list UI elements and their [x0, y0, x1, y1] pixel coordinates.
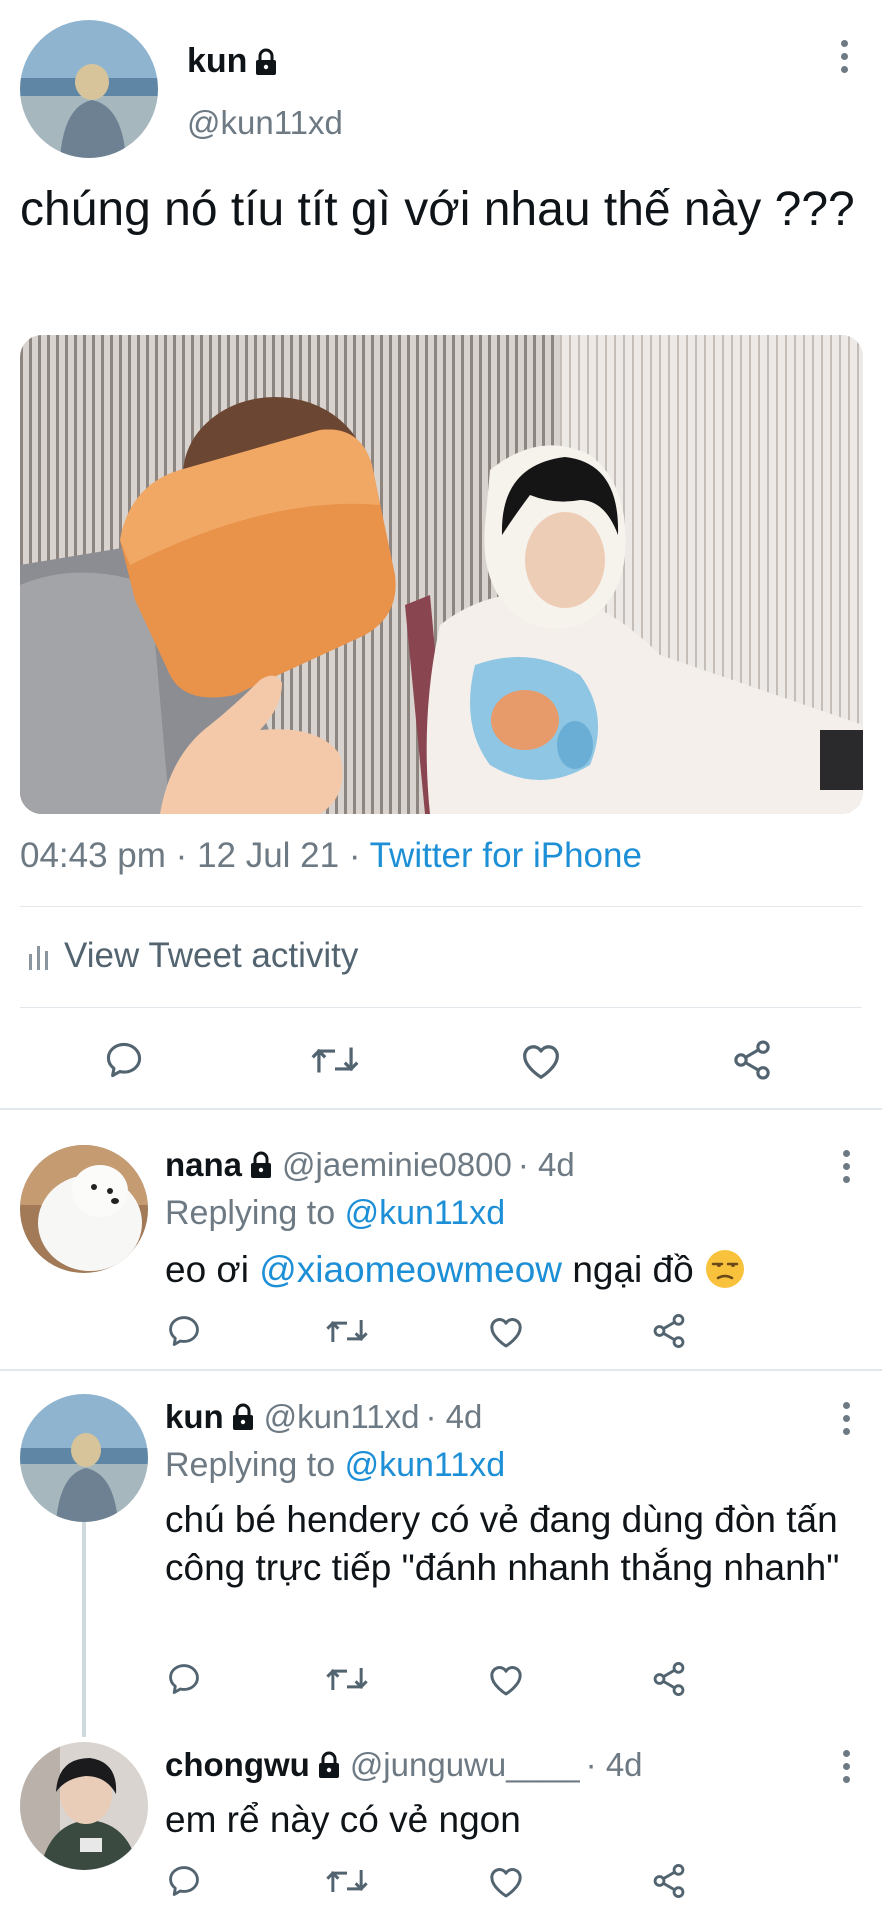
meta-separator: · — [348, 836, 361, 875]
reply-age: · 4d — [425, 1398, 483, 1435]
analytics-icon — [29, 946, 48, 970]
tweet-time: 04:43 pm — [20, 836, 166, 875]
share-icon[interactable] — [650, 1862, 688, 1900]
reply-tweet[interactable]: kun @kun11xd · 4d Replying to @kun11xd c… — [0, 1370, 882, 1730]
view-tweet-activity-button[interactable]: View Tweet activity — [28, 936, 358, 976]
lock-icon — [251, 1151, 272, 1178]
like-icon[interactable] — [486, 1312, 526, 1350]
tweet-media-image[interactable] — [20, 335, 863, 814]
reply-author-name[interactable]: kun — [165, 1398, 224, 1436]
reply-text: eo ơi @xiaomeowmeow ngại đồ — [165, 1246, 855, 1294]
reply-text: em rể này có vẻ ngon — [165, 1799, 521, 1840]
divider — [20, 906, 862, 907]
reply-author-handle[interactable]: @junguwu____ — [350, 1746, 580, 1784]
reply-tweet[interactable]: nana @jaeminie0800 · 4d Replying to @kun… — [0, 1110, 882, 1368]
share-icon[interactable] — [650, 1660, 688, 1698]
reply-icon[interactable] — [165, 1312, 203, 1350]
retweet-icon[interactable] — [325, 1312, 369, 1350]
replying-to: Replying to @kun11xd — [165, 1194, 506, 1232]
more-icon[interactable] — [826, 1746, 866, 1786]
reply-tweet[interactable]: chongwu @junguwu____ · 4d em rể này có v… — [0, 1730, 882, 1920]
mention-link[interactable]: @xiaomeowmeow — [259, 1249, 562, 1290]
reply-age: · 4d — [517, 1146, 575, 1183]
share-icon[interactable] — [650, 1312, 688, 1350]
avatar[interactable] — [20, 1742, 148, 1870]
tweet-meta: 04:43 pm · 12 Jul 21 · Twitter for iPhon… — [20, 836, 642, 876]
more-icon[interactable] — [824, 36, 864, 76]
reply-icon[interactable] — [165, 1660, 203, 1698]
author-name[interactable]: kun — [187, 42, 279, 81]
reply-header: chongwu @junguwu____ · 4d — [165, 1746, 643, 1784]
reply-icon[interactable] — [102, 1038, 146, 1082]
author-handle[interactable]: @kun11xd — [187, 104, 343, 142]
replying-to-handle[interactable]: @kun11xd — [345, 1194, 506, 1232]
replying-to-handle[interactable]: @kun11xd — [345, 1446, 506, 1484]
main-tweet-header: kun @kun11xd — [0, 0, 882, 170]
tweet-text: chúng nó tíu tít gì với nhau thế này ??? — [20, 183, 855, 236]
retweet-icon[interactable] — [310, 1038, 360, 1082]
meta-separator: · — [175, 836, 188, 875]
share-icon[interactable] — [730, 1038, 774, 1082]
activity-label: View Tweet activity — [64, 936, 359, 975]
retweet-icon[interactable] — [325, 1660, 369, 1698]
replying-to: Replying to @kun11xd — [165, 1446, 506, 1484]
reply-icon[interactable] — [165, 1862, 203, 1900]
tweet-date: 12 Jul 21 — [197, 836, 340, 875]
divider — [20, 1007, 862, 1008]
reply-author-handle[interactable]: @jaeminie0800 — [282, 1146, 512, 1184]
avatar[interactable] — [20, 1145, 148, 1273]
lock-icon — [232, 1403, 253, 1430]
author-avatar[interactable] — [20, 20, 158, 158]
lock-icon — [256, 48, 277, 75]
tweet-source-link[interactable]: Twitter for iPhone — [370, 836, 642, 875]
reply-header: nana @jaeminie0800 · 4d — [165, 1146, 575, 1184]
reply-author-name[interactable]: chongwu — [165, 1746, 310, 1784]
like-icon[interactable] — [518, 1038, 564, 1082]
more-icon[interactable] — [826, 1398, 866, 1438]
avatar[interactable] — [20, 1394, 148, 1522]
reply-header: kun @kun11xd · 4d — [165, 1398, 482, 1436]
retweet-icon[interactable] — [325, 1862, 369, 1900]
unamused-emoji — [706, 1250, 744, 1288]
reply-author-name[interactable]: nana — [165, 1146, 242, 1184]
lock-icon — [318, 1751, 339, 1778]
like-icon[interactable] — [486, 1660, 526, 1698]
reply-age: · 4d — [585, 1746, 643, 1783]
reply-author-handle[interactable]: @kun11xd — [264, 1398, 420, 1436]
more-icon[interactable] — [826, 1146, 866, 1186]
like-icon[interactable] — [486, 1862, 526, 1900]
main-action-bar — [0, 1020, 882, 1100]
reply-text: chú bé hendery có vẻ đang dùng đòn tấn c… — [165, 1499, 840, 1588]
